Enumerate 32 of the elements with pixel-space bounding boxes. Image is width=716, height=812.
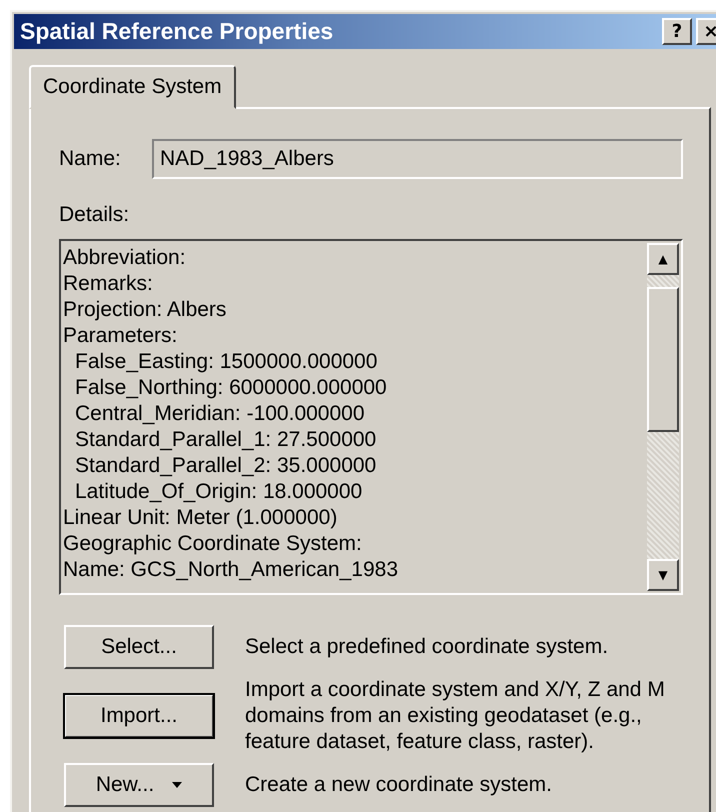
scroll-up-button[interactable]: ▲ <box>647 243 679 275</box>
details-line: False_Easting: 1500000.000000 <box>74 349 378 375</box>
action-description: Create a new coordinate system. <box>245 772 553 798</box>
details-line: Name: GCS_North_American_1983 <box>63 557 399 583</box>
caret-icon <box>172 782 182 788</box>
action-button[interactable]: New... <box>64 763 214 807</box>
details-listbox[interactable] <box>59 239 683 595</box>
details-line: Standard_Parallel_1: 27.500000 <box>74 427 378 453</box>
details-line: Linear Unit: Meter (1.000000) <box>63 505 338 531</box>
action-button[interactable]: Import... <box>64 694 214 738</box>
details-line: Abbreviation: <box>63 245 187 271</box>
tab[interactable]: Coordinate System <box>29 65 236 109</box>
details-line: Parameters: <box>63 323 178 349</box>
details-line: Standard_Parallel_2: 35.000000 <box>74 453 378 479</box>
name-field[interactable]: NAD_1983_Albers <box>152 139 683 179</box>
scroll-down-button[interactable]: ▼ <box>647 559 679 591</box>
window-title: Spatial Reference Properties <box>20 18 334 45</box>
details-line: Central_Meridian: -100.000000 <box>74 401 366 427</box>
action-description: Import a coordinate system and X/Y, Z and M domains from an existing geodataset (e.g., feature dataset, feature class, raster). <box>245 677 666 755</box>
details-line: Projection: Albers <box>63 297 228 323</box>
details-line: Geographic Coordinate System: <box>63 531 363 557</box>
scroll-thumb[interactable] <box>647 287 679 432</box>
details-label: Details: <box>59 203 130 227</box>
help-button[interactable]: ? <box>662 18 692 45</box>
details-line: False_Northing: 6000000.000000 <box>74 375 388 401</box>
details-line: Remarks: <box>63 271 154 297</box>
scrollbar[interactable]: ▲ ▼ <box>647 243 679 591</box>
details-line: Latitude_Of_Origin: 18.000000 <box>74 479 364 505</box>
close-button[interactable]: × <box>696 18 716 45</box>
action-description: Select a predefined coordinate system. <box>245 634 610 660</box>
name-label: Name: <box>59 147 122 171</box>
action-button[interactable]: Select... <box>64 625 214 669</box>
